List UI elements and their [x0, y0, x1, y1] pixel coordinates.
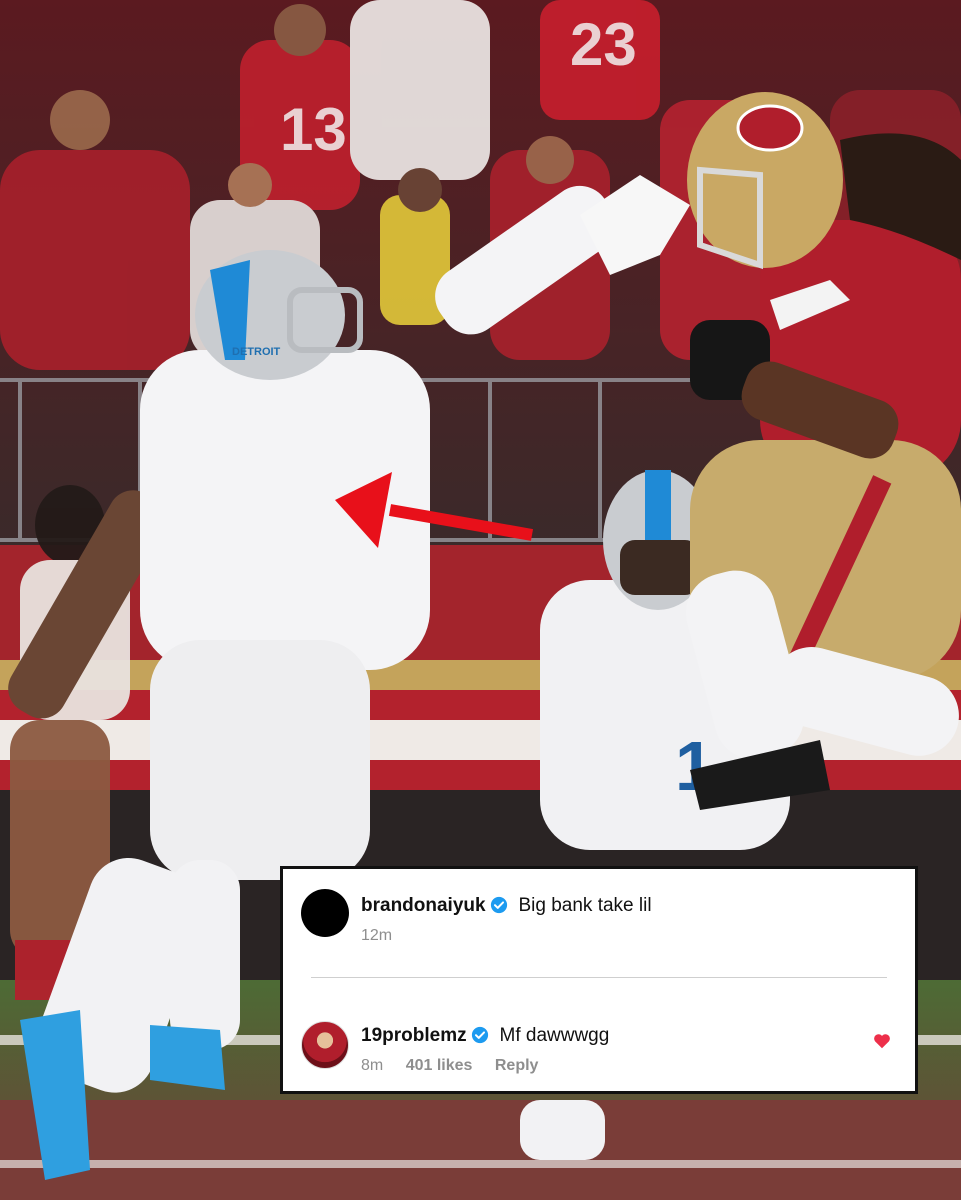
avatar[interactable]	[301, 889, 349, 937]
comment-time: 12m	[361, 927, 393, 944]
helmet-text: DETROIT	[232, 346, 281, 358]
comment-username[interactable]: 19problemz	[361, 1025, 467, 1046]
likes-count[interactable]: 401 likes	[406, 1057, 473, 1074]
comments-card: brandonaiyuk Big bank take lil 12m 19pro…	[280, 866, 918, 1094]
divider	[311, 977, 887, 978]
verified-badge-icon	[490, 896, 508, 919]
verified-badge-icon	[471, 1026, 489, 1049]
heart-icon[interactable]	[873, 1033, 891, 1054]
comment-text: Big bank take lil	[518, 895, 652, 916]
reply-button[interactable]: Reply	[495, 1057, 539, 1074]
crowd-jersey-23: 23	[570, 11, 637, 78]
comment-brandonaiyuk: brandonaiyuk Big bank take lil 12m	[301, 887, 897, 967]
crowd-jersey-13: 13	[280, 96, 347, 163]
comment-text: Mf dawwwgg	[499, 1025, 610, 1046]
comment-time: 8m	[361, 1057, 384, 1074]
comment-19problemz: 19problemz Mf dawwwgg 8m 401 likes Reply	[301, 1019, 897, 1089]
comment-username[interactable]: brandonaiyuk	[361, 895, 486, 916]
avatar[interactable]	[301, 1021, 349, 1069]
